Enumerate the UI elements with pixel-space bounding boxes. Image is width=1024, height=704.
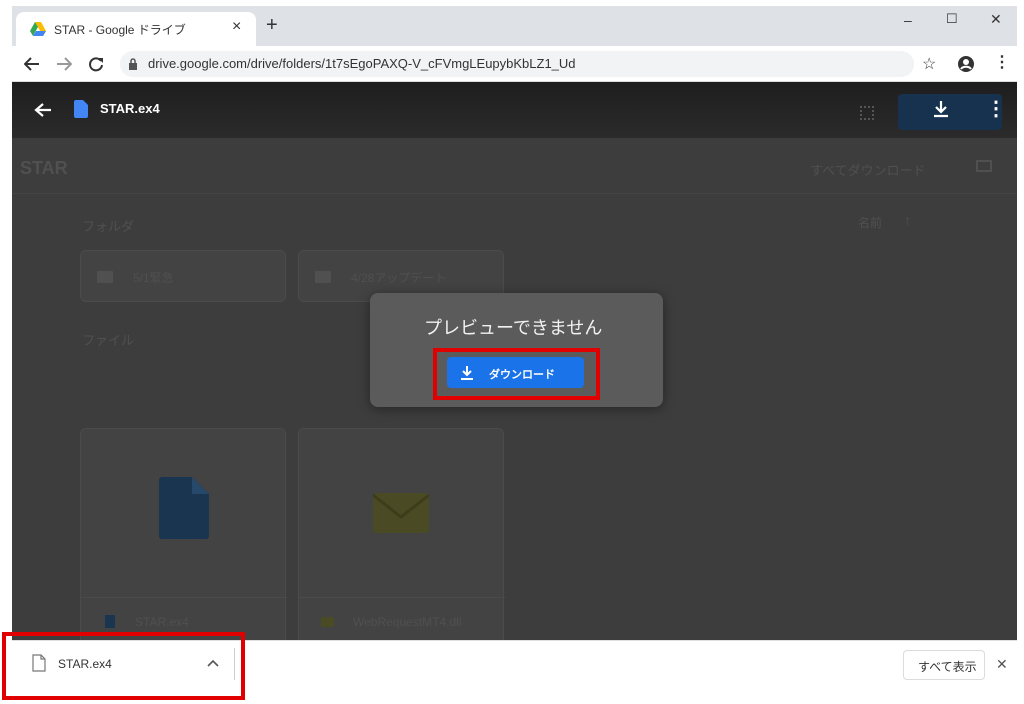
- url-text: drive.google.com/drive/folders/1t7sEgoPA…: [148, 56, 576, 71]
- minimize-button[interactable]: –: [904, 12, 912, 28]
- screenshot-frame: STAR - Google ドライブ × + – ☐ ✕ drive.googl…: [0, 0, 1024, 704]
- folder-name: 5/1緊急: [133, 271, 174, 285]
- download-button[interactable]: ダウンロード: [447, 357, 584, 388]
- forward-arrow-icon[interactable]: [56, 57, 72, 71]
- list-view-icon[interactable]: [976, 160, 992, 172]
- document-icon: [32, 654, 46, 672]
- browser-menu-icon[interactable]: ⋮: [994, 52, 1010, 72]
- close-shelf-icon[interactable]: ✕: [996, 656, 1008, 673]
- card-divider: [299, 597, 505, 598]
- preview-file-name: STAR.ex4: [100, 101, 160, 116]
- back-arrow-icon[interactable]: [34, 102, 52, 118]
- show-all-label: すべて表示: [918, 660, 977, 674]
- file-icon: [159, 477, 209, 539]
- chevron-up-icon[interactable]: [207, 659, 219, 667]
- no-preview-message: プレビューできません: [424, 318, 603, 338]
- show-all-button[interactable]: すべて表示: [903, 650, 985, 680]
- file-name: WebRequestMT4.dll: [353, 615, 462, 629]
- profile-icon[interactable]: [957, 55, 975, 73]
- download-icon: [461, 366, 473, 380]
- browser-tab[interactable]: STAR - Google ドライブ ×: [16, 12, 256, 46]
- file-type-icon: [105, 615, 115, 628]
- window-close-button[interactable]: ✕: [990, 11, 1002, 28]
- lock-icon: [129, 58, 137, 70]
- shared-folder-icon: [97, 271, 113, 283]
- file-icon: [74, 100, 88, 118]
- section-files: ファイル: [82, 333, 135, 348]
- card-divider: [81, 597, 287, 598]
- apps-grid-icon[interactable]: [860, 106, 874, 120]
- viewer-header: STAR.ex4 ⋮: [12, 82, 1017, 138]
- file-type-icon: [321, 617, 334, 627]
- reload-icon[interactable]: [88, 56, 104, 72]
- folder-title: STAR: [20, 158, 68, 178]
- bookmark-star-icon[interactable]: ☆: [922, 54, 936, 74]
- sort-by-name[interactable]: 名前: [858, 214, 882, 231]
- download-icon[interactable]: [932, 100, 950, 118]
- back-arrow-icon[interactable]: [24, 57, 40, 71]
- address-bar[interactable]: drive.google.com/drive/folders/1t7sEgoPA…: [120, 51, 914, 77]
- file-card[interactable]: WebRequestMT4.dll: [298, 428, 505, 640]
- envelope-icon: [373, 493, 429, 533]
- new-tab-button[interactable]: +: [266, 14, 278, 37]
- download-label: ダウンロード: [489, 369, 555, 381]
- file-name: STAR.ex4: [135, 615, 189, 629]
- folder-name: 4/28アップデート: [351, 271, 447, 285]
- folder-card[interactable]: 5/1緊急: [80, 250, 286, 302]
- maximize-button[interactable]: ☐: [946, 11, 958, 27]
- sort-arrow-up-icon[interactable]: ↑: [904, 212, 911, 228]
- tab-title: STAR - Google ドライブ: [54, 23, 186, 37]
- tab-close-icon[interactable]: ×: [232, 18, 241, 36]
- more-options-icon[interactable]: ⋮: [986, 96, 1006, 121]
- google-drive-icon: [30, 22, 46, 36]
- section-folders: フォルダ: [82, 219, 135, 234]
- file-card[interactable]: STAR.ex4: [80, 428, 287, 640]
- divider: [234, 648, 235, 680]
- download-item[interactable]: STAR.ex4: [14, 644, 235, 684]
- download-file-name: STAR.ex4: [58, 657, 112, 671]
- shared-folder-icon: [315, 271, 331, 283]
- download-all-button[interactable]: すべてダウンロード: [810, 160, 926, 179]
